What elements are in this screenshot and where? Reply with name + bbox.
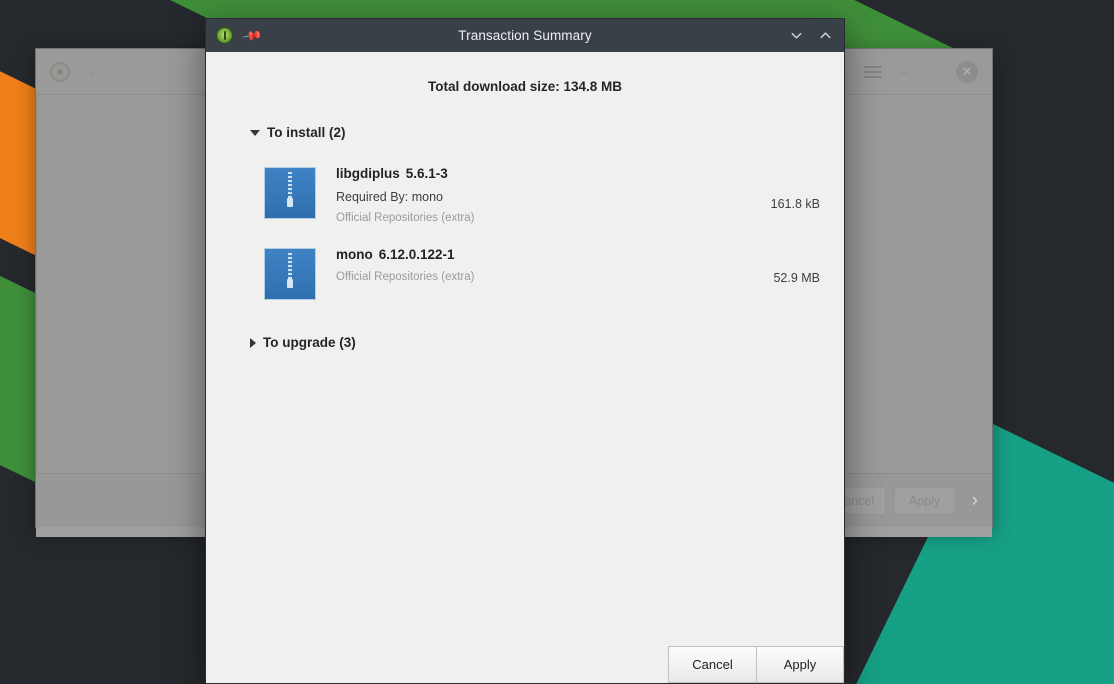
expander-to-install[interactable]: To install (2) <box>250 125 844 140</box>
package-name: mono <box>336 247 373 262</box>
pin-icon[interactable]: 📌 <box>242 24 264 46</box>
expander-to-upgrade[interactable]: To upgrade (3) <box>250 335 844 350</box>
package-archive-icon <box>264 167 316 219</box>
dialog-title: Transaction Summary <box>458 28 592 43</box>
cancel-button[interactable]: Cancel <box>668 646 756 683</box>
package-name: libgdiplus <box>336 166 400 181</box>
package-version: 5.6.1-3 <box>405 166 448 181</box>
transaction-summary-dialog[interactable]: 📌 Transaction Summary Total download siz… <box>205 18 845 684</box>
package-version: 6.12.0.122-1 <box>378 247 455 262</box>
pamac-app-icon <box>216 27 233 44</box>
dialog-titlebar[interactable]: 📌 Transaction Summary <box>206 19 844 52</box>
package-meta: mono 6.12.0.122-1 Official Repositories (… <box>316 246 746 283</box>
chevron-down-icon[interactable] <box>788 27 805 44</box>
package-size: 52.9 MB <box>773 271 820 285</box>
chevron-right-icon[interactable]: › <box>972 490 978 512</box>
background-apply-button[interactable]: Apply <box>893 486 956 515</box>
section-to-install: To install (2) libgdiplus 5.6.1-3 Require… <box>206 94 844 311</box>
package-repository: Official Repositories (extra) <box>336 271 475 283</box>
background-close-button[interactable]: ✕ <box>956 60 978 83</box>
hamburger-menu-icon[interactable] <box>864 65 882 78</box>
dialog-footer: Cancel Apply <box>206 645 844 683</box>
background-sidebar-divider <box>36 95 37 527</box>
background-app-icon: ● <box>50 61 70 82</box>
dialog-body: Total download size: 134.8 MB To install… <box>206 52 844 645</box>
package-size: 161.8 kB <box>770 197 820 211</box>
package-archive-icon <box>264 248 316 300</box>
package-required-by: Required By: mono <box>336 190 444 204</box>
background-back-button[interactable]: ‹ <box>84 64 100 79</box>
apply-button[interactable]: Apply <box>756 646 844 683</box>
package-title: libgdiplus 5.6.1-3 <box>336 166 746 181</box>
background-minimize-button[interactable]: – <box>896 64 912 79</box>
titlebar-left-controls: 📌 <box>216 24 264 46</box>
package-meta: libgdiplus 5.6.1-3 Required By: mono Offi… <box>316 165 746 224</box>
expander-to-install-label: To install (2) <box>267 125 346 140</box>
total-download-size-label: Total download size: 134.8 MB <box>427 79 623 94</box>
table-row[interactable]: mono 6.12.0.122-1 Official Repositories (… <box>250 235 844 311</box>
table-row[interactable]: libgdiplus 5.6.1-3 Required By: mono Offi… <box>250 154 844 235</box>
titlebar-window-controls <box>788 27 834 44</box>
desktop-background: ● ‹ – □ ✕ Cancel Apply › 📌 Transaction S… <box>0 0 1114 684</box>
section-to-upgrade: To upgrade (3) <box>206 311 844 350</box>
background-maximize-button[interactable]: □ <box>926 64 942 79</box>
expander-to-upgrade-label: To upgrade (3) <box>263 335 356 350</box>
package-repository: Official Repositories (extra) <box>336 212 475 224</box>
dialog-button-group: Cancel Apply <box>668 646 844 683</box>
package-list-to-install: libgdiplus 5.6.1-3 Required By: mono Offi… <box>250 154 844 311</box>
triangle-down-icon <box>250 129 260 136</box>
chevron-up-icon[interactable] <box>817 27 834 44</box>
package-title: mono 6.12.0.122-1 <box>336 247 746 262</box>
triangle-right-icon <box>250 337 256 348</box>
